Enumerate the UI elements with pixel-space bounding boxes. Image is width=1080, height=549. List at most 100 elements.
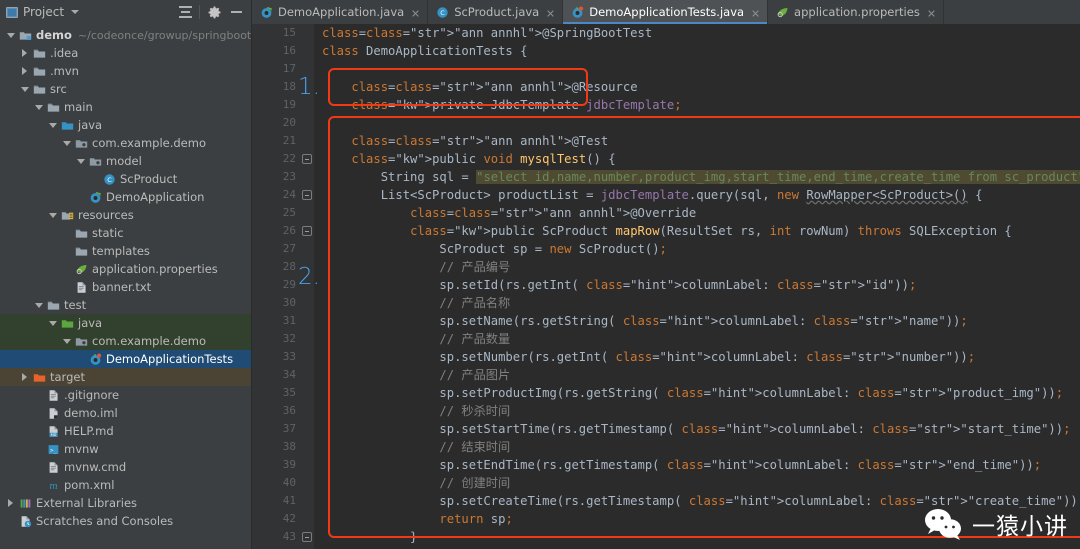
tree-item-com-example-demo[interactable]: com.example.demo: [0, 332, 251, 350]
chevron-down-icon[interactable]: [46, 212, 59, 218]
tree-item-mvnw-cmd[interactable]: mvnw.cmd: [0, 458, 251, 476]
tree-item-pom-xml[interactable]: m pom.xml: [0, 476, 251, 494]
gutter-line-35[interactable]: 35: [252, 384, 300, 402]
code-line-23[interactable]: String sql = "select id,name,number,prod…: [322, 168, 1080, 186]
code-line-29[interactable]: sp.setId(rs.getInt( class="hint">columnL…: [322, 276, 1080, 294]
gutter-line-43[interactable]: 43: [252, 528, 300, 546]
hide-panel-button[interactable]: [225, 1, 247, 23]
code-line-37[interactable]: sp.setStartTime(rs.getTimestamp( class="…: [322, 420, 1080, 438]
tree-item-external-libraries[interactable]: External Libraries: [0, 494, 251, 512]
gutter-line-16[interactable]: 16: [252, 42, 313, 60]
code-line-22[interactable]: class="kw">public void mysqlTest() {: [322, 150, 1080, 168]
tree-item-scproduct[interactable]: C ScProduct: [0, 170, 251, 188]
fold-handle-line-24[interactable]: [302, 190, 312, 200]
tree-item-demo[interactable]: demo ~/codeonce/growup/springboot: [0, 26, 251, 44]
editor-tab-application-properties[interactable]: application.properties: [768, 0, 944, 24]
gutter-line-17[interactable]: 17: [252, 60, 300, 78]
gutter-line-32[interactable]: 32: [252, 330, 300, 348]
code-line-40[interactable]: // 创建时间: [322, 474, 1080, 492]
gutter-line-19[interactable]: 19: [252, 96, 315, 114]
code-line-19[interactable]: class="kw">private JdbcTemplate jdbcTemp…: [322, 96, 1080, 114]
code-line-34[interactable]: // 产品图片: [322, 366, 1080, 384]
tree-item-mvnw[interactable]: >_ mvnw: [0, 440, 251, 458]
code-line-31[interactable]: sp.setName(rs.getString( class="hint">co…: [322, 312, 1080, 330]
tree-item-src[interactable]: src: [0, 80, 251, 98]
tree-item-com-example-demo[interactable]: com.example.demo: [0, 134, 251, 152]
editor-tab-demoapplicationtests-java[interactable]: DemoApplicationTests.java: [563, 0, 769, 24]
gutter-line-25[interactable]: 25: [252, 204, 300, 222]
close-icon[interactable]: [409, 7, 420, 18]
gutter-line-26[interactable]: 26O: [252, 222, 314, 240]
tree-item--gitignore[interactable]: .gitignore: [0, 386, 251, 404]
code-line-26[interactable]: class="kw">public ScProduct mapRow(Resul…: [322, 222, 1080, 240]
settings-button[interactable]: [203, 1, 225, 23]
gutter-line-38[interactable]: 38: [252, 438, 300, 456]
code-line-28[interactable]: // 产品编号: [322, 258, 1080, 276]
tree-item-target[interactable]: target: [0, 368, 251, 386]
tree-item-help-md[interactable]: MD HELP.md: [0, 422, 251, 440]
chevron-right-icon[interactable]: [18, 373, 31, 381]
gutter-line-23[interactable]: 23: [252, 168, 300, 186]
chevron-down-icon[interactable]: [60, 140, 73, 146]
code-line-38[interactable]: // 结束时间: [322, 438, 1080, 456]
tree-item-application-properties[interactable]: application.properties: [0, 260, 251, 278]
collapse-all-button[interactable]: [174, 1, 196, 23]
fold-handle-line-22[interactable]: [302, 154, 312, 164]
gutter-line-31[interactable]: 31: [252, 312, 300, 330]
gutter-line-40[interactable]: 40: [252, 474, 300, 492]
tree-item-test[interactable]: test: [0, 296, 251, 314]
code-line-20[interactable]: [322, 114, 1080, 132]
tree-item-main[interactable]: main: [0, 98, 251, 116]
editor-tab-demoapplication-java[interactable]: DemoApplication.java: [252, 0, 429, 24]
editor-tab-scproduct-java[interactable]: C ScProduct.java: [428, 0, 564, 24]
gutter-line-22[interactable]: 22: [252, 150, 313, 168]
code-line-32[interactable]: // 产品数量: [322, 330, 1080, 348]
gutter-line-39[interactable]: 39: [252, 456, 300, 474]
code-line-15[interactable]: class=class="str">"ann annhl">@SpringBoo…: [322, 24, 1080, 42]
gutter-line-37[interactable]: 37: [252, 420, 300, 438]
code-line-27[interactable]: ScProduct sp = new ScProduct();: [322, 240, 1080, 258]
tree-item-java[interactable]: java: [0, 116, 251, 134]
gutter-line-28[interactable]: 28: [252, 258, 300, 276]
tree-item-templates[interactable]: templates: [0, 242, 251, 260]
gutter-line-42[interactable]: 42: [252, 510, 300, 528]
project-tree[interactable]: demo ~/codeonce/growup/springboot .idea .mv…: [0, 24, 252, 549]
tree-item--mvn[interactable]: .mvn: [0, 62, 251, 80]
close-icon[interactable]: [749, 7, 760, 18]
code-line-35[interactable]: sp.setProductImg(rs.getString( class="hi…: [322, 384, 1080, 402]
tree-item-banner-txt[interactable]: banner.txt: [0, 278, 251, 296]
tree-item-demo-iml[interactable]: demo.iml: [0, 404, 251, 422]
chevron-right-icon[interactable]: [18, 67, 31, 75]
chevron-down-icon[interactable]: [4, 32, 17, 38]
tree-item-demoapplicationtests[interactable]: DemoApplicationTests: [0, 350, 251, 368]
close-icon[interactable]: [544, 7, 555, 18]
gutter-line-27[interactable]: 27: [252, 240, 300, 258]
gutter-line-24[interactable]: 24: [252, 186, 300, 204]
gutter-line-20[interactable]: 20: [252, 114, 300, 132]
chevron-down-icon[interactable]: [18, 86, 31, 92]
code-line-21[interactable]: class=class="str">"ann annhl">@Test: [322, 132, 1080, 150]
code-line-30[interactable]: // 产品名称: [322, 294, 1080, 312]
gutter-line-41[interactable]: 41: [252, 492, 300, 510]
tree-item-demoapplication[interactable]: DemoApplication: [0, 188, 251, 206]
gutter-line-34[interactable]: 34: [252, 366, 300, 384]
tree-item-model[interactable]: model: [0, 152, 251, 170]
code-line-24[interactable]: List<ScProduct> productList = jdbcTempla…: [322, 186, 1080, 204]
fold-handle-line-26[interactable]: [302, 226, 312, 236]
gutter-line-18[interactable]: 18: [252, 78, 300, 96]
chevron-down-icon[interactable]: [60, 338, 73, 344]
gutter-line-33[interactable]: 33: [252, 348, 300, 366]
gutter-line-21[interactable]: 21: [252, 132, 300, 150]
fold-handle-line-43[interactable]: [302, 532, 312, 542]
tree-item-resources[interactable]: resources: [0, 206, 251, 224]
code-line-18[interactable]: class=class="str">"ann annhl">@Resource: [322, 78, 1080, 96]
tree-item-java[interactable]: java: [0, 314, 251, 332]
tree-item-scratches-and-consoles[interactable]: Scratches and Consoles: [0, 512, 251, 530]
chevron-right-icon[interactable]: [4, 499, 17, 507]
gutter-line-15[interactable]: 15: [252, 24, 314, 42]
close-icon[interactable]: [925, 7, 936, 18]
code-line-36[interactable]: // 秒杀时间: [322, 402, 1080, 420]
tree-item-static[interactable]: static: [0, 224, 251, 242]
code-line-39[interactable]: sp.setEndTime(rs.getTimestamp( class="hi…: [322, 456, 1080, 474]
gutter-line-36[interactable]: 36: [252, 402, 300, 420]
